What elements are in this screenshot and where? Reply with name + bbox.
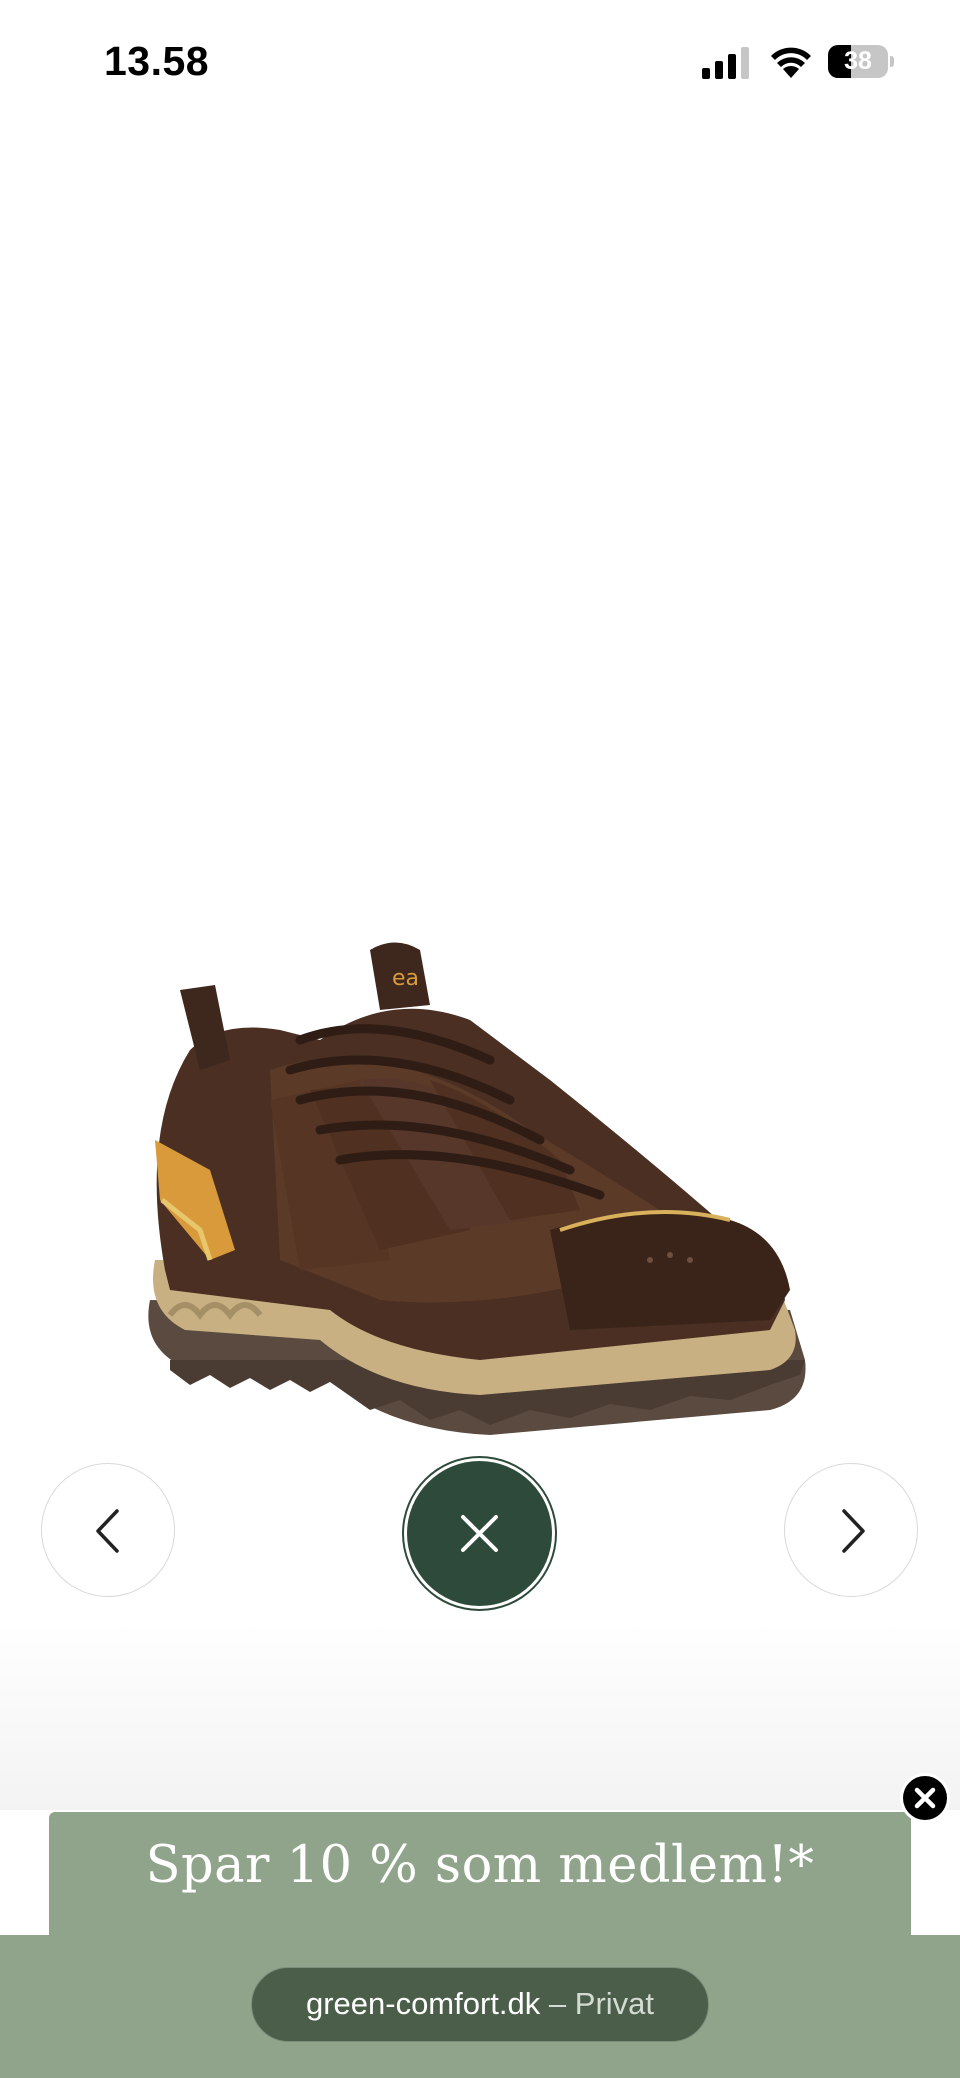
previous-image-button[interactable]: [41, 1463, 175, 1597]
browsing-mode-label: Privat: [574, 1986, 655, 2021]
close-icon: [461, 1515, 498, 1552]
status-time: 13.58: [104, 38, 210, 84]
hiking-shoe-image: ea: [148, 942, 806, 1435]
promo-text: Spar 10 % som medlem!*: [145, 1836, 815, 1895]
membership-promo-banner[interactable]: Spar 10 % som medlem!*: [49, 1812, 911, 1937]
close-icon: [914, 1787, 936, 1809]
next-image-button[interactable]: [784, 1463, 918, 1597]
brand-logo: ea: [392, 966, 419, 991]
close-gallery-button[interactable]: [407, 1461, 552, 1606]
url-domain: green-comfort.dk: [305, 1986, 541, 2021]
cellular-signal-icon: [702, 47, 749, 79]
battery-level: 38: [844, 47, 872, 75]
chevron-right-icon: [842, 1509, 865, 1553]
promo-close-button[interactable]: [903, 1776, 947, 1820]
status-bar: 13.58 38: [0, 0, 960, 130]
wifi-icon: [771, 47, 811, 78]
background-fade: [0, 1620, 960, 1810]
chevron-left-icon: [96, 1509, 119, 1553]
address-bar[interactable]: green-comfort.dk – Privat: [251, 1967, 709, 2042]
battery-icon: 38: [828, 45, 894, 79]
url-separator: –: [548, 1986, 567, 2021]
